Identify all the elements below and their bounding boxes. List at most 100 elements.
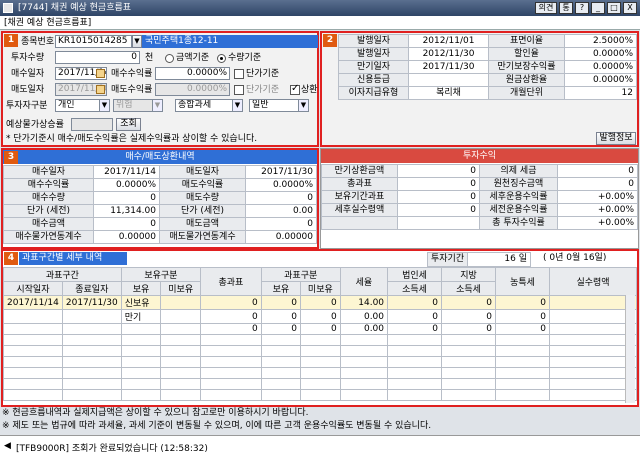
tax-detail-empty-row — [3, 378, 637, 390]
start-header: 시작일자 — [3, 281, 63, 296]
code-input[interactable]: KR1015014285 — [55, 35, 132, 48]
expected-input[interactable] — [71, 118, 113, 131]
empty-cell — [260, 389, 302, 401]
link-button[interactable]: 통 — [559, 2, 573, 14]
repay-checkbox[interactable] — [290, 83, 300, 95]
minimize-button[interactable]: _ — [591, 2, 605, 14]
radio-amount[interactable] — [165, 54, 174, 63]
real-header: 실수령액 — [549, 267, 637, 296]
empty-cell — [200, 345, 262, 357]
calendar-icon[interactable] — [96, 69, 105, 78]
tax-detail-row[interactable]: 2017/11/142017/11/30신보유00014.000000 — [3, 295, 637, 310]
profit-row: 총과표 0 원천징수금액 0 — [321, 177, 638, 191]
tax-detail-row[interactable]: 만기0000.000000 — [3, 309, 637, 324]
empty-cell — [3, 356, 63, 368]
tax-detail-cell: 0 — [549, 323, 637, 335]
section-number-4: 4 — [4, 252, 18, 265]
empty-cell — [300, 367, 341, 379]
empty-cell — [339, 389, 389, 401]
maximize-button[interactable]: □ — [607, 2, 621, 14]
unit-price-checkbox-buy[interactable] — [234, 69, 244, 79]
risk-value: 위험 — [116, 100, 133, 110]
empty-cell — [549, 367, 637, 379]
sell-yield-input[interactable]: 0.0000% — [155, 83, 230, 96]
tax-detail-cell: 0 — [549, 295, 637, 310]
profit-row: 만기상환금액 0 의제 세금 0 — [321, 164, 638, 178]
investor-select[interactable]: 개인 ▼ — [55, 99, 110, 112]
tax-detail-cell: 14.00 — [339, 295, 389, 310]
sell-date-label: 매도일자 — [11, 85, 45, 95]
empty-cell — [495, 345, 551, 357]
buy-yield-input[interactable]: 0.0000% — [155, 67, 230, 80]
profit-row: 보유기간과표 0 세후운용수익률 +0.00% — [321, 190, 638, 204]
section-input-panel: 1 종목번호 KR1015014285 ▼ 국민주택1종12-11 투자수량 0… — [1, 31, 319, 147]
calendar-icon[interactable] — [96, 85, 105, 94]
vertical-scrollbar[interactable] — [625, 295, 635, 403]
empty-cell — [339, 378, 389, 390]
profit-table: 만기상환금액 0 의제 세금 0 총과표 0 원천징수금액 0 보유기간과표 0 세후운용수익률 +0… — [321, 164, 638, 230]
empty-cell — [160, 378, 202, 390]
section-profit: 투자수익 만기상환금액 0 의제 세금 0 총과표 0 원천징수금액 0 보유기간과표 0 세후운용… — [320, 148, 639, 249]
query-button[interactable]: 조회 — [116, 118, 141, 131]
buy-date-input[interactable]: 2017/11/14 — [55, 67, 107, 80]
tax-detail-cell — [160, 323, 202, 335]
bond-info-value: 복리채 — [408, 86, 489, 100]
footer-note-2: ※ 제도 또는 법규에 따라 과세율, 과세 기준이 변동될 수 있으며, 이에… — [2, 421, 432, 431]
profit-value: 0 — [557, 164, 638, 178]
radio-qty[interactable] — [217, 54, 226, 63]
trade-label: 단가 (세전) — [3, 204, 94, 218]
section-number-2: 2 — [323, 34, 337, 47]
empty-cell — [3, 389, 63, 401]
trade-value: 0 — [245, 217, 317, 231]
empty-cell — [61, 378, 122, 390]
empty-cell — [549, 389, 637, 401]
buy-date-label: 매수일자 — [11, 69, 45, 79]
tax-detail-cell — [160, 295, 202, 310]
profit-value: +0.00% — [557, 190, 638, 204]
profit-label: 의제 세금 — [479, 164, 558, 178]
window-title: [7744] 채권 예상 현금흐름표 — [18, 3, 132, 13]
empty-cell — [3, 334, 63, 346]
general-select[interactable]: 일반 ▼ — [249, 99, 309, 112]
profit-label — [321, 216, 398, 230]
tax-detail-empty-row — [3, 389, 637, 401]
tax-detail-cell: 만기 — [120, 309, 162, 324]
range2-header: 과표구분 — [260, 267, 341, 282]
empty-cell — [61, 389, 122, 401]
help-button[interactable]: ? — [575, 2, 589, 14]
risk-select[interactable]: 위험 ▼ — [113, 99, 163, 112]
empty-cell — [120, 334, 162, 346]
code-label: 종목번호 — [21, 37, 55, 47]
hold-own-header: 보유 — [120, 281, 162, 296]
empty-cell — [120, 345, 162, 357]
profit-label: 보유기간과표 — [321, 190, 398, 204]
empty-cell — [61, 356, 122, 368]
repay-label: 상환 — [301, 85, 318, 95]
unit-price-checkbox-sell[interactable] — [234, 85, 244, 95]
trade-value: 0.0000% — [245, 178, 317, 192]
empty-cell — [441, 356, 497, 368]
tax-detail-row[interactable]: 0000.000000 — [3, 323, 637, 335]
empty-cell — [3, 345, 63, 357]
tax-detail-cell — [160, 309, 202, 324]
close-button[interactable]: X — [623, 2, 637, 14]
buy-yield-label: 매수수익률 — [111, 69, 153, 79]
end-header: 종료일자 — [61, 281, 122, 296]
local-header: 지방 — [441, 267, 497, 282]
trade-table: 매수일자 2017/11/14 매도일자 2017/11/30 매수수익률 0.0000%… — [3, 165, 317, 244]
tax-detail-cell: 0 — [441, 309, 497, 324]
empty-cell — [387, 345, 443, 357]
opinion-button[interactable]: 의견 — [535, 2, 557, 14]
general-value: 일반 — [252, 100, 269, 110]
qty-input[interactable]: 0 — [55, 51, 140, 64]
trade-value: 0 — [93, 217, 160, 231]
issue-info-button[interactable]: 발행정보 — [596, 132, 636, 145]
tax-select[interactable]: 종합과세 ▼ — [175, 99, 243, 112]
bond-info-value: 2.5000% — [564, 34, 637, 48]
qty-unit: 천 — [145, 53, 154, 63]
chevron-down-icon: ▼ — [298, 100, 308, 111]
empty-cell — [120, 356, 162, 368]
hold-header: 보유구분 — [120, 267, 202, 282]
sell-date-input[interactable]: 2017/11/30 — [55, 83, 107, 96]
code-search-button[interactable]: ▼ — [132, 35, 142, 48]
